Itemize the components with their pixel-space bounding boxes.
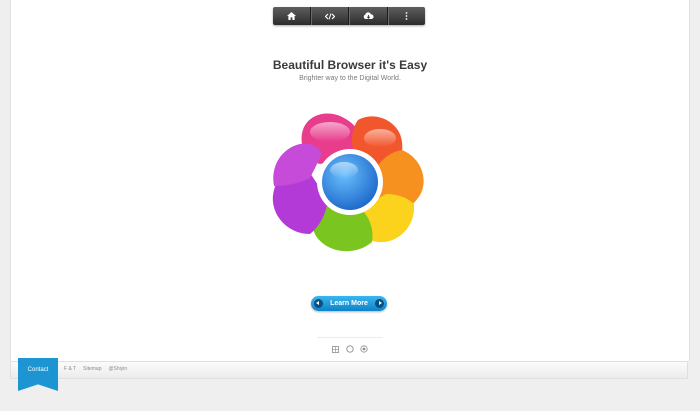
arrow-right-icon: [375, 299, 384, 308]
code-icon: [324, 12, 335, 20]
browser-logo: [272, 113, 424, 252]
nav-home-button[interactable]: [273, 7, 311, 25]
learn-more-label: Learn More: [330, 300, 368, 307]
logo-center-highlight: [330, 162, 358, 178]
hero-subtitle: Brighter way to the Digital World.: [299, 75, 401, 82]
footer-link[interactable]: Sitemap: [83, 366, 101, 372]
grid-icon[interactable]: [332, 340, 339, 358]
bottom-icon-row: [332, 344, 368, 353]
contact-ribbon[interactable]: Contact: [18, 358, 58, 391]
divider: [317, 337, 383, 338]
logo-center: [322, 154, 378, 210]
footer-link[interactable]: F & T: [64, 366, 76, 372]
petal-purple-top: [273, 143, 322, 186]
nav-code-button[interactable]: [310, 7, 349, 25]
circle-icon[interactable]: [345, 340, 354, 358]
learn-more-button[interactable]: Learn More: [311, 296, 387, 311]
more-vertical-icon: [405, 12, 408, 20]
arrow-left-icon: [314, 299, 323, 308]
contact-label: Contact: [27, 367, 49, 373]
logo-highlight: [310, 122, 350, 142]
nav-cloud-button[interactable]: [349, 7, 388, 25]
cloud-download-icon: [363, 12, 374, 19]
footer-links: F & T Sitemap @Shiyin: [64, 366, 127, 372]
globe-icon[interactable]: [360, 340, 368, 358]
top-navigation: [273, 7, 425, 25]
home-icon: [286, 12, 296, 20]
hero-title: Beautiful Browser it's Easy: [272, 58, 428, 72]
footer-link[interactable]: @Shiyin: [108, 366, 127, 372]
logo-highlight: [364, 129, 396, 147]
nav-more-button[interactable]: [387, 7, 426, 25]
